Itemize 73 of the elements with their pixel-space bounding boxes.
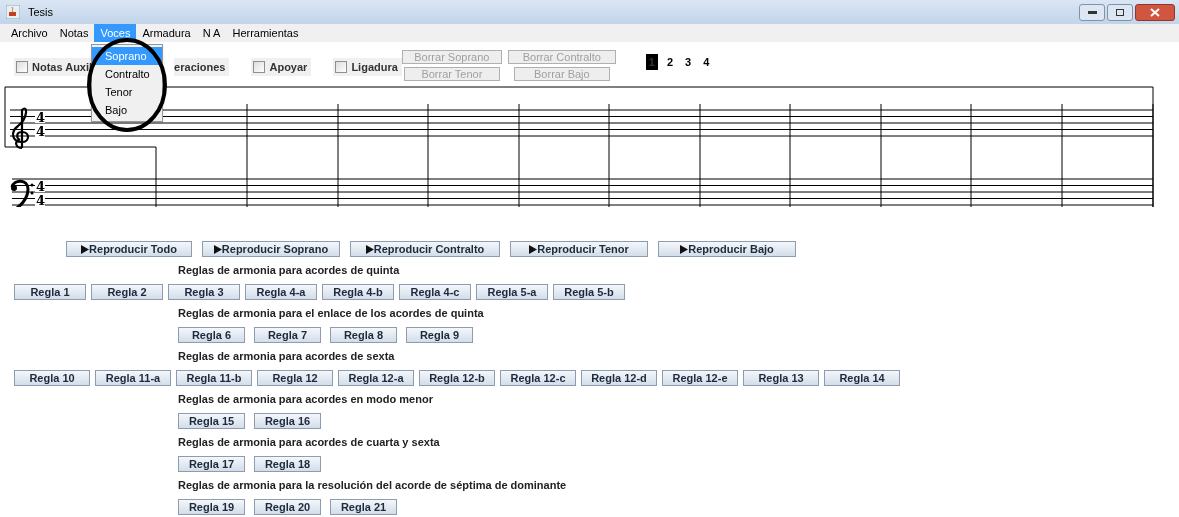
rule-button[interactable]: Regla 7 bbox=[254, 327, 321, 343]
close-button[interactable] bbox=[1135, 3, 1175, 21]
menu-item[interactable]: Archivo bbox=[5, 24, 54, 42]
restore-icon bbox=[1116, 8, 1124, 16]
rule-button[interactable]: Regla 4-c bbox=[399, 284, 471, 300]
section-heading: Reglas de armonia para acordes de cuarta y sexta bbox=[178, 434, 440, 450]
rule-button[interactable]: Regla 3 bbox=[168, 284, 240, 300]
section-heading: Reglas de armonia para la resolución del acorde de séptima de dominante bbox=[178, 477, 567, 493]
play-button[interactable]: Reproducir Bajo bbox=[658, 241, 796, 257]
page-number[interactable]: 3 bbox=[682, 54, 695, 70]
minimize-icon bbox=[1087, 10, 1097, 14]
play-button[interactable]: Reproducir Todo bbox=[66, 241, 192, 257]
time-signature: 4 bbox=[36, 179, 46, 194]
minimize-button[interactable] bbox=[1079, 3, 1105, 21]
rule-button[interactable]: Regla 9 bbox=[406, 327, 473, 343]
rule-button[interactable]: Regla 12-e bbox=[662, 370, 738, 386]
rule-button[interactable]: Regla 12-b bbox=[419, 370, 495, 386]
rule-button[interactable]: Regla 14 bbox=[824, 370, 900, 386]
restore-button[interactable] bbox=[1107, 3, 1133, 21]
section-heading: Reglas de armonia para el enlace de los acordes de quinta bbox=[178, 305, 484, 321]
time-signature: 4 bbox=[36, 193, 46, 207]
play-icon bbox=[680, 244, 689, 254]
rule-button[interactable]: Regla 1 bbox=[14, 284, 86, 300]
menu-item[interactable]: Notas bbox=[53, 24, 95, 42]
time-signature: 4 bbox=[36, 110, 46, 125]
rule-button[interactable]: Regla 12-c bbox=[500, 370, 576, 386]
menu-item[interactable]: N A bbox=[196, 24, 227, 42]
rule-button[interactable]: Regla 17 bbox=[178, 456, 245, 472]
play-button[interactable]: Reproducir Soprano bbox=[202, 241, 340, 257]
time-signature: 4 bbox=[36, 124, 46, 139]
checkbox[interactable]: Apoyar bbox=[251, 58, 312, 76]
checkbox[interactable]: Ligadura bbox=[333, 58, 402, 76]
menu-option[interactable]: Bajo bbox=[92, 101, 162, 119]
rule-button[interactable]: Regla 13 bbox=[743, 370, 819, 386]
rule-button[interactable]: Regla 12-a bbox=[338, 370, 414, 386]
rule-button[interactable]: Regla 11-b bbox=[176, 370, 252, 386]
play-button[interactable]: Reproducir Tenor bbox=[510, 241, 648, 257]
section-heading: Reglas de armonia para acordes en modo menor bbox=[178, 391, 433, 407]
menu-option[interactable]: Tenor bbox=[92, 83, 162, 101]
section-heading: Reglas de armonia para acordes de quinta bbox=[178, 262, 400, 278]
menu-item[interactable]: Herramientas bbox=[226, 24, 305, 42]
rule-button[interactable]: Regla 16 bbox=[254, 413, 321, 429]
rule-button[interactable]: Regla 6 bbox=[178, 327, 245, 343]
rule-button[interactable]: Regla 12-d bbox=[581, 370, 657, 386]
bass-clef-icon bbox=[10, 179, 34, 207]
rule-button[interactable]: Regla 4-b bbox=[322, 284, 394, 300]
java-cup-icon bbox=[6, 5, 20, 19]
rule-button[interactable]: Regla 19 bbox=[178, 499, 245, 515]
rule-button[interactable]: Regla 5-a bbox=[476, 284, 548, 300]
page-number[interactable]: 4 bbox=[700, 54, 713, 70]
play-icon bbox=[213, 244, 222, 254]
close-icon bbox=[1150, 7, 1160, 17]
rule-button[interactable]: Regla 8 bbox=[330, 327, 397, 343]
play-icon bbox=[529, 244, 538, 254]
menu-item[interactable]: Armadura bbox=[136, 24, 197, 42]
rule-button[interactable]: Regla 5-b bbox=[553, 284, 625, 300]
rule-button[interactable]: Regla 20 bbox=[254, 499, 321, 515]
play-button[interactable]: Reproducir Contralto bbox=[350, 241, 500, 257]
page-number[interactable]: 2 bbox=[663, 54, 677, 70]
rule-button[interactable]: Regla 10 bbox=[14, 370, 90, 386]
window-title: Tesis bbox=[28, 4, 54, 20]
rule-button[interactable]: Regla 11-a bbox=[95, 370, 171, 386]
rule-button[interactable]: Regla 21 bbox=[330, 499, 397, 515]
checkbox-label: eraciones bbox=[174, 58, 230, 76]
rule-button[interactable]: Regla 18 bbox=[254, 456, 321, 472]
rule-button[interactable]: Regla 2 bbox=[91, 284, 163, 300]
rule-button[interactable]: Regla 15 bbox=[178, 413, 245, 429]
section-heading: Reglas de armonia para acordes de sexta bbox=[178, 348, 395, 364]
play-icon bbox=[365, 244, 374, 254]
play-icon bbox=[81, 244, 90, 254]
rule-button[interactable]: Regla 12 bbox=[257, 370, 333, 386]
rule-button[interactable]: Regla 4-a bbox=[245, 284, 317, 300]
treble-clef-icon bbox=[11, 107, 30, 150]
